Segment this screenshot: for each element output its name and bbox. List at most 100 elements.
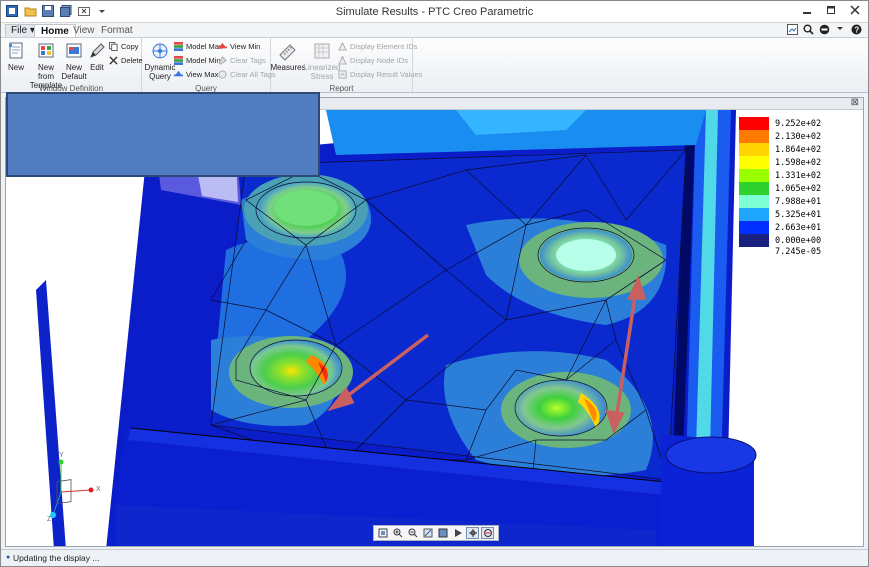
window-controls bbox=[800, 3, 862, 17]
node-ids-icon bbox=[338, 56, 347, 65]
legend-value: 1.598e+02 bbox=[775, 157, 822, 168]
legend-swatch bbox=[739, 143, 769, 156]
zoom-out-icon[interactable] bbox=[406, 527, 419, 539]
legend-row: 2.130e+02 bbox=[739, 130, 839, 143]
legend-value: 2.130e+02 bbox=[775, 131, 822, 142]
legend-swatch bbox=[739, 208, 769, 221]
zoom-in-icon[interactable] bbox=[391, 527, 404, 539]
model-min-label: Model Min bbox=[186, 56, 221, 65]
model-max-icon bbox=[174, 42, 183, 51]
measures-button[interactable]: Measures bbox=[270, 41, 306, 72]
legend-swatch bbox=[739, 130, 769, 143]
legend-value: 1.864e+02 bbox=[775, 144, 822, 155]
ribbon-tabs: File ▾ Home View Format ? bbox=[1, 23, 868, 39]
community-icon[interactable] bbox=[818, 23, 830, 35]
new-default-label: New Default bbox=[61, 63, 87, 81]
legend-row: 7.988e+01 bbox=[739, 195, 839, 208]
close-icon[interactable] bbox=[848, 3, 862, 17]
clear-all-tags-button[interactable]: Clear All Tags bbox=[218, 70, 276, 79]
dynamic-query-icon bbox=[152, 43, 168, 59]
view-min-label: View Min bbox=[230, 42, 261, 51]
delete-x-icon bbox=[109, 56, 118, 65]
clear-all-tags-label: Clear All Tags bbox=[230, 70, 276, 79]
view-max-label: View Max bbox=[186, 70, 219, 79]
new-from-template-button[interactable]: New from Template bbox=[30, 41, 62, 90]
legend-value: 1.331e+02 bbox=[775, 170, 822, 181]
linearized-stress-icon bbox=[314, 43, 330, 59]
clear-all-tags-icon bbox=[218, 70, 227, 79]
app-window: Simulate Results - PTC Creo Parametric F… bbox=[0, 0, 869, 567]
legend-value: 1.065e+02 bbox=[775, 183, 822, 194]
animate-icon[interactable] bbox=[451, 527, 464, 539]
legend-swatch bbox=[739, 156, 769, 169]
group-query: Dynamic Query Model Max Model Min View M… bbox=[142, 38, 276, 94]
view-orientation-icon[interactable] bbox=[466, 527, 479, 539]
legend-value: 2.663e+01 bbox=[775, 222, 822, 233]
new-button[interactable]: New bbox=[5, 41, 27, 72]
refit-icon[interactable] bbox=[376, 527, 389, 539]
clear-tags-button[interactable]: Clear Tags bbox=[218, 56, 266, 65]
search-icon[interactable] bbox=[802, 23, 814, 35]
delete-label: Delete bbox=[121, 56, 143, 65]
legend-row: 2.663e+01 bbox=[739, 221, 839, 234]
maximize-icon[interactable] bbox=[824, 3, 838, 17]
window-switch-icon[interactable] bbox=[786, 23, 798, 35]
tab-format[interactable]: Format bbox=[95, 24, 139, 38]
delete-button[interactable]: Delete bbox=[109, 56, 143, 65]
window-title: Simulate Results - PTC Creo Parametric bbox=[335, 6, 534, 18]
dynamic-query-label: Dynamic Query bbox=[144, 63, 176, 81]
legend-swatch bbox=[739, 117, 769, 130]
view-min-button[interactable]: View Min bbox=[218, 42, 260, 51]
linearized-stress-label: Linearized Stress bbox=[303, 63, 341, 81]
group-report: Measures Linearized Stress Display Eleme… bbox=[270, 38, 422, 94]
display-style-icon[interactable] bbox=[436, 527, 449, 539]
ribbon: New New from Template New Default Edit C… bbox=[1, 37, 868, 94]
dynamic-query-button[interactable]: Dynamic Query bbox=[144, 41, 176, 81]
legend-row: 0.000e+00 bbox=[739, 234, 839, 247]
new-window-icon bbox=[9, 42, 23, 59]
view-min-icon bbox=[218, 42, 227, 49]
minimize-icon[interactable] bbox=[800, 3, 814, 17]
graphics-toolbar bbox=[373, 525, 499, 541]
legend-min-value: 7.245e-05 bbox=[775, 247, 822, 257]
result-values-icon bbox=[338, 70, 347, 79]
coordinate-triad: Y X Z bbox=[47, 452, 107, 524]
copy-label: Copy bbox=[121, 42, 139, 51]
model-min-icon bbox=[174, 56, 183, 65]
triad-z-label: Z bbox=[47, 516, 52, 523]
triad-x-label: X bbox=[96, 486, 101, 493]
legend-row: 9.252e+02 bbox=[739, 117, 839, 130]
view-max-icon bbox=[174, 70, 183, 77]
edit-label: Edit bbox=[90, 63, 104, 72]
repaint-icon[interactable] bbox=[421, 527, 434, 539]
display-node-ids-label: Display Node IDs bbox=[350, 56, 408, 65]
title-bar: Simulate Results - PTC Creo Parametric bbox=[1, 1, 868, 23]
measures-label: Measures bbox=[270, 63, 306, 72]
chevron-down-icon[interactable] bbox=[834, 23, 846, 35]
display-node-ids-button[interactable]: Display Node IDs bbox=[338, 56, 408, 65]
copy-button[interactable]: Copy bbox=[109, 42, 139, 51]
legend-value: 5.325e+01 bbox=[775, 209, 822, 220]
model-max-button[interactable]: Model Max bbox=[174, 42, 223, 51]
view-max-button[interactable]: View Max bbox=[174, 70, 218, 79]
svg-text:?: ? bbox=[854, 25, 859, 34]
tab-file-label: File bbox=[11, 25, 28, 36]
new-label: New bbox=[7, 63, 24, 72]
display-element-ids-button[interactable]: Display Element IDs bbox=[338, 42, 418, 51]
copy-icon bbox=[109, 42, 118, 51]
display-element-ids-label: Display Element IDs bbox=[350, 42, 418, 51]
legend-value: 7.988e+01 bbox=[775, 196, 822, 207]
linearized-stress-button[interactable]: Linearized Stress bbox=[303, 41, 341, 81]
new-default-button[interactable]: New Default bbox=[61, 41, 87, 81]
model-min-button[interactable]: Model Min bbox=[174, 56, 221, 65]
help-icon[interactable]: ? bbox=[850, 23, 862, 35]
legend-swatch bbox=[739, 169, 769, 182]
display-result-values-button[interactable]: Display Result Values bbox=[338, 70, 422, 79]
close-results-window-icon[interactable]: ⊠ bbox=[851, 97, 859, 108]
edit-button[interactable]: Edit bbox=[88, 41, 106, 72]
legend-swatch bbox=[739, 221, 769, 234]
legend-row: 5.325e+01 bbox=[739, 208, 839, 221]
spin-center-icon[interactable] bbox=[481, 527, 494, 539]
status-bullet-icon: ● bbox=[6, 554, 11, 561]
legend-rows: 9.252e+02 2.130e+02 1.864e+02 1.598e+02 1.33… bbox=[739, 117, 839, 247]
